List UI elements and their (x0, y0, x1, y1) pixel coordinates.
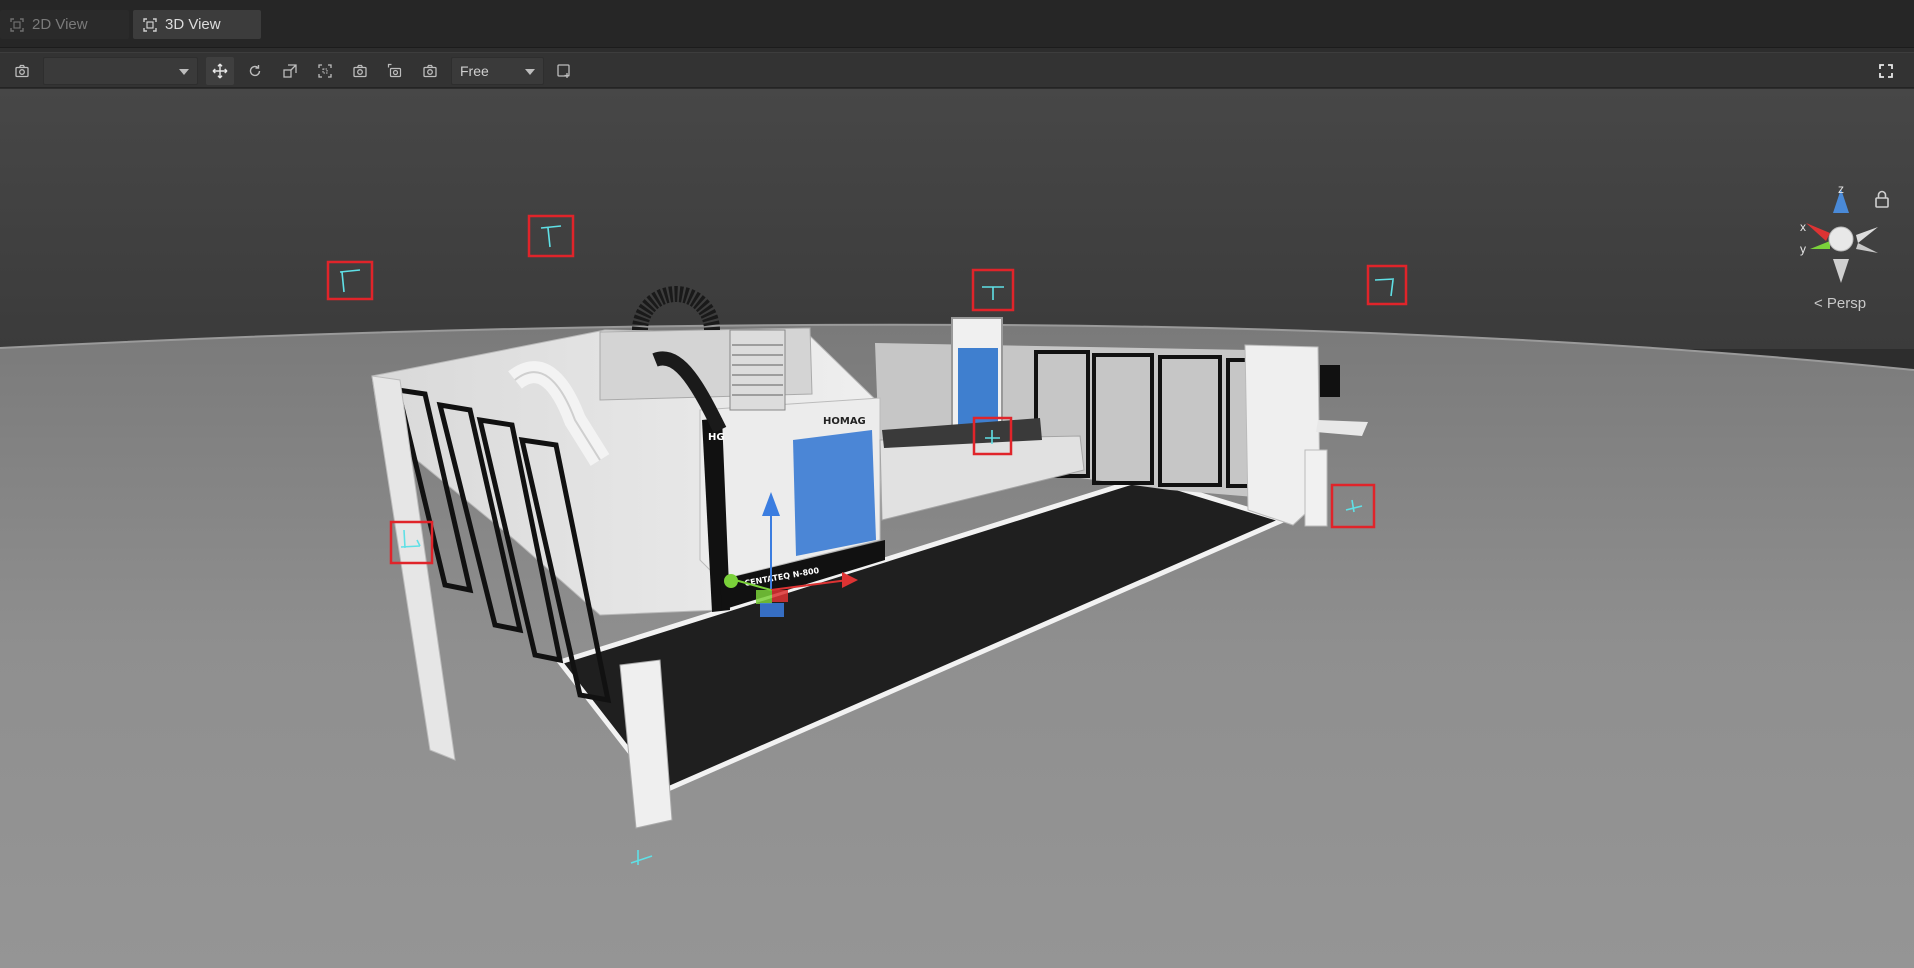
camera-mode-value: Free (460, 63, 489, 79)
machine-brand: HOMAG (823, 416, 866, 427)
tab-2d-view[interactable]: 2D View (0, 10, 129, 39)
z-axis-label: z (1838, 183, 1844, 196)
camera-icon (423, 64, 437, 78)
x-axis-cone[interactable] (1806, 223, 1830, 241)
viewport-toolbar: Free (0, 52, 1914, 88)
tab-3d-view[interactable]: 3D View (133, 10, 261, 39)
frame-selection-button[interactable] (311, 57, 339, 85)
3d-viewport[interactable]: HG HOMAG CENTATEQ N-800 z x y < Persp (0, 89, 1914, 968)
sky-background (0, 89, 1914, 349)
scale-tool-button[interactable] (276, 57, 304, 85)
move-tool-button[interactable] (206, 57, 234, 85)
rotate-icon (249, 65, 261, 77)
front-blue-window[interactable] (793, 430, 876, 556)
camera-settings-button[interactable] (8, 57, 36, 85)
view-tab-bar: 2D View 3D View (0, 0, 1914, 48)
control-screen[interactable] (1320, 365, 1340, 397)
y-axis-cone[interactable] (1810, 241, 1830, 249)
scene-editor: 2D View 3D View Free HG HOMAG CENTATEQ N… (0, 0, 1914, 968)
add-view-button[interactable] (550, 57, 578, 85)
scene-render: HG HOMAG CENTATEQ N-800 (0, 89, 1914, 968)
chevron-down-icon (179, 69, 189, 75)
scale-icon (283, 64, 297, 78)
screenshot-button[interactable] (346, 57, 374, 85)
tab-2d-label: 2D View (32, 16, 88, 33)
lock-icon[interactable] (1874, 190, 1890, 208)
machine-logo: HG (708, 432, 725, 443)
x-axis-label: x (1800, 220, 1806, 234)
camera-frame-button[interactable] (381, 57, 409, 85)
rotate-tool-button[interactable] (241, 57, 269, 85)
rear-blue-door[interactable] (958, 348, 998, 426)
move-arrows-icon (212, 63, 228, 79)
projection-toggle[interactable]: < Persp (1814, 295, 1866, 312)
camera-frame-icon (387, 63, 402, 78)
camera-select[interactable] (43, 57, 198, 85)
y-axis-handle[interactable] (724, 574, 738, 588)
tab-3d-label: 3D View (165, 16, 221, 33)
fullscreen-icon (1879, 64, 1893, 78)
add-view-icon (557, 64, 570, 78)
camera-snapshot-button[interactable] (416, 57, 444, 85)
frame-selection-icon (318, 64, 332, 78)
y-axis-label: y (1800, 242, 1806, 256)
chevron-down-icon (525, 69, 535, 75)
camera-mode-select[interactable]: Free (451, 57, 544, 85)
camera-icon (353, 64, 367, 78)
view-frame-icon (10, 17, 24, 32)
view-frame-icon (143, 17, 157, 32)
fullscreen-button[interactable] (1872, 57, 1900, 85)
camera-icon (15, 64, 29, 78)
